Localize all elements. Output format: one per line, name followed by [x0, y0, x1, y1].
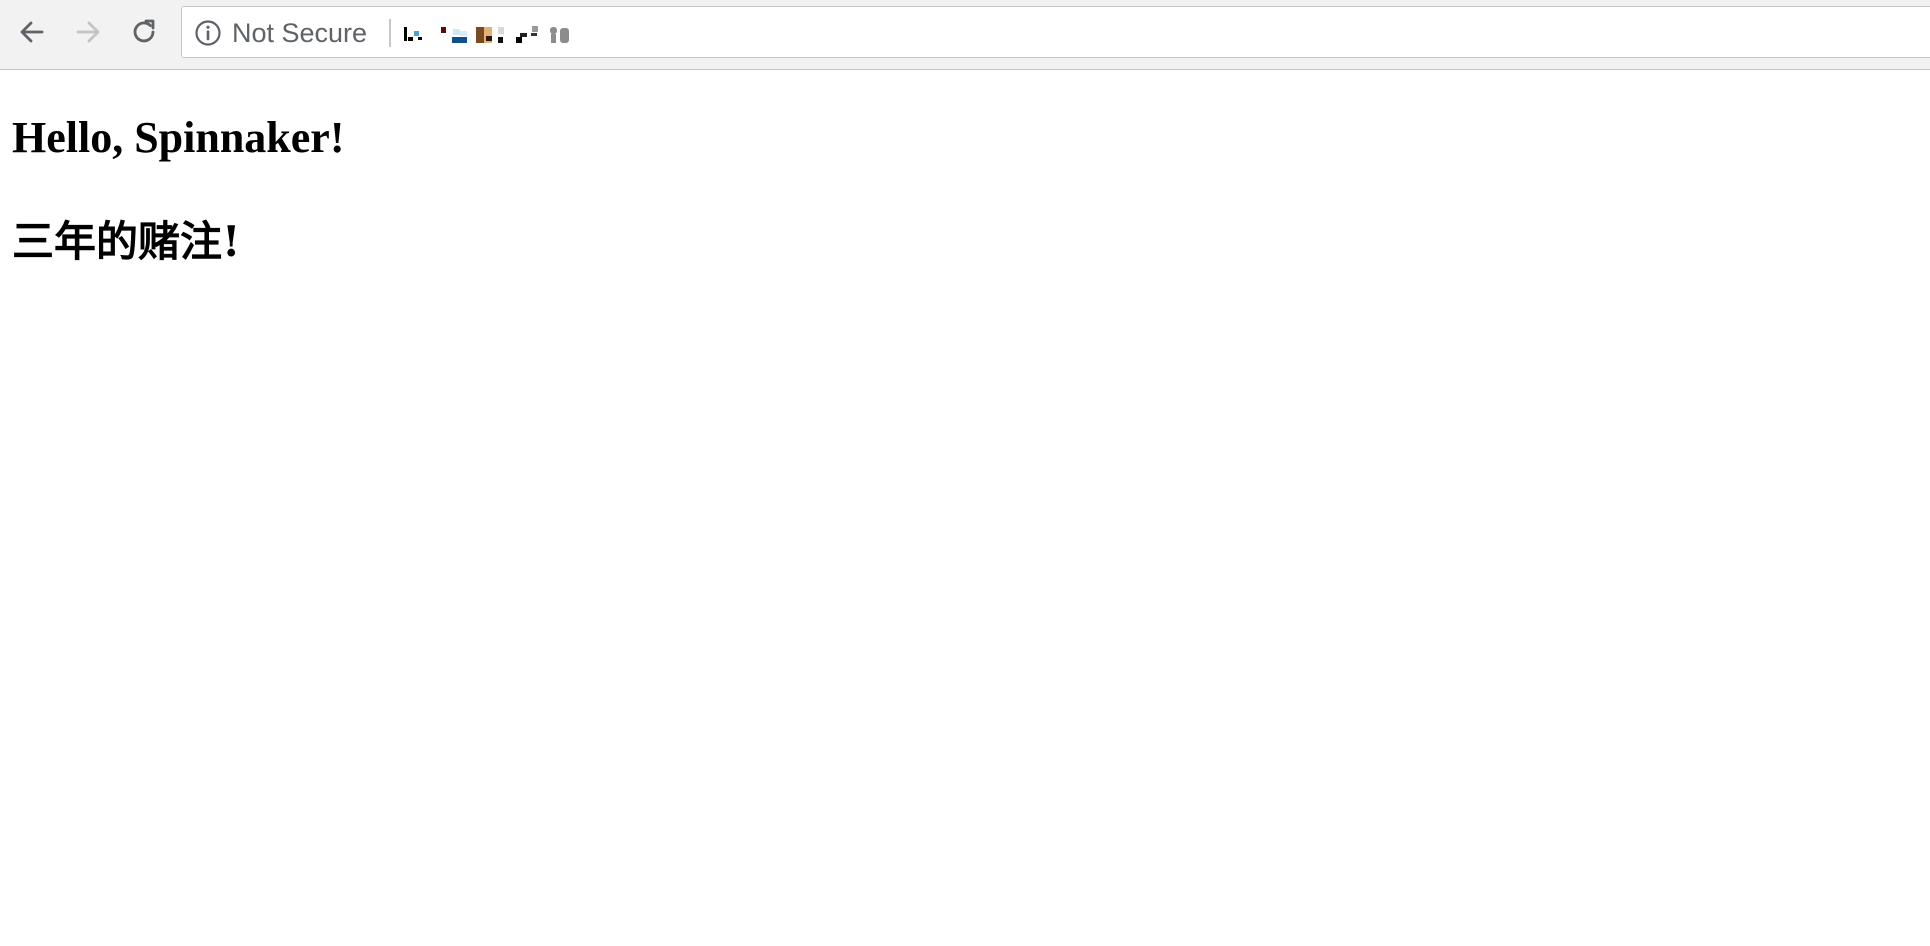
security-status-label[interactable]: Not Secure	[232, 19, 367, 47]
arrow-right-icon	[76, 21, 100, 43]
page-heading: Hello, Spinnaker!	[12, 113, 345, 162]
forward-button[interactable]	[68, 12, 108, 52]
page-subheading: 三年的赌注!	[12, 217, 241, 266]
address-divider	[389, 19, 391, 47]
browser-toolbar: Not Secure	[0, 0, 1930, 70]
address-bar[interactable]: Not Secure	[181, 6, 1930, 58]
url-text-obscured[interactable]	[402, 17, 608, 49]
arrow-left-icon	[20, 21, 44, 43]
reload-icon	[133, 19, 155, 43]
reload-button[interactable]	[124, 12, 164, 52]
info-circle-icon[interactable]	[194, 19, 222, 47]
back-button[interactable]	[12, 12, 52, 52]
